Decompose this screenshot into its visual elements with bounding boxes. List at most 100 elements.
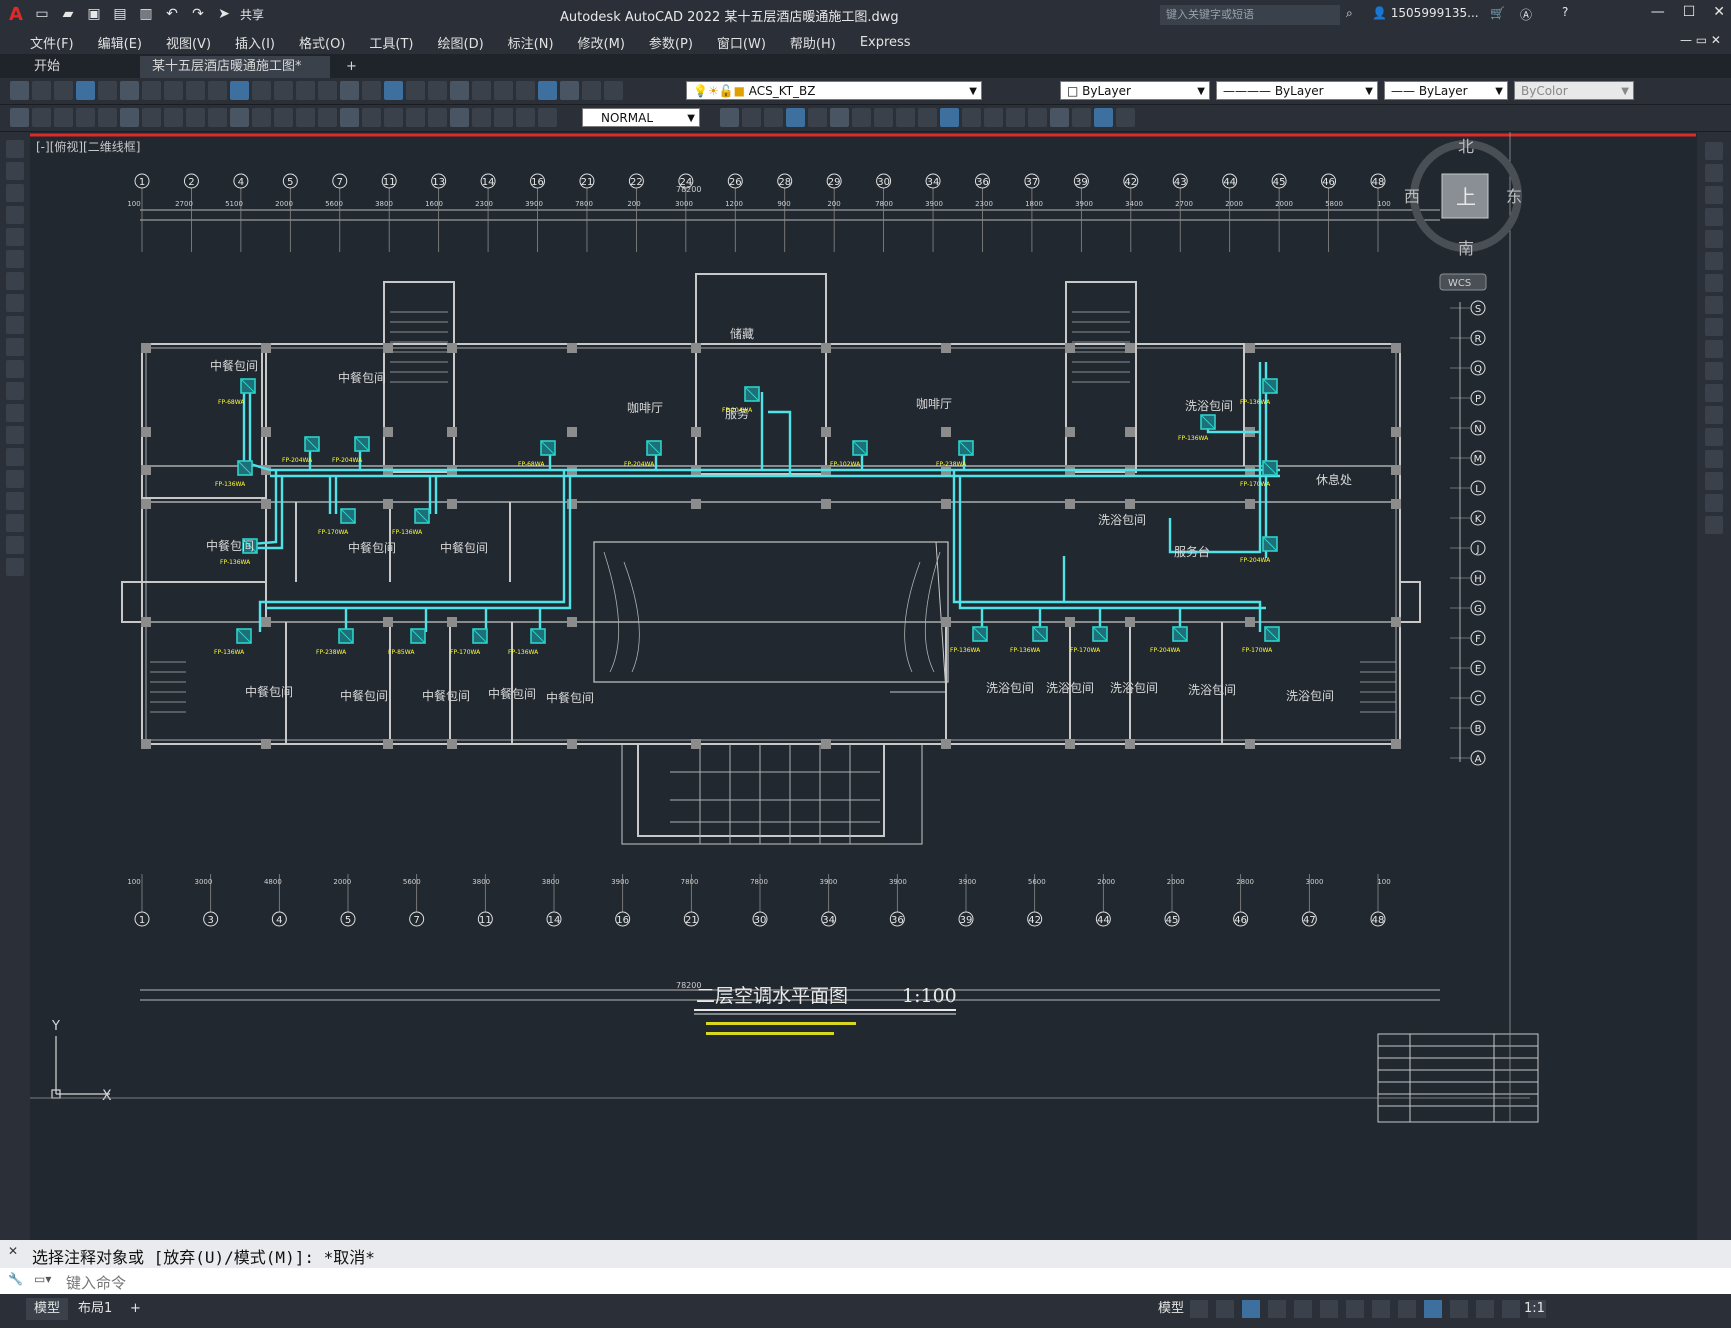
status-toggle-icon[interactable] xyxy=(1424,1300,1442,1318)
toolbar-tool-icon[interactable] xyxy=(208,108,227,127)
close-command-icon[interactable]: ✕ xyxy=(8,1244,18,1258)
toolbar-tool-icon[interactable] xyxy=(428,108,447,127)
toolbar-tool-icon[interactable] xyxy=(720,108,739,127)
menu-edit[interactable]: 编辑(E) xyxy=(86,33,154,52)
modify-tool-icon[interactable] xyxy=(1705,428,1723,446)
new-tab-button[interactable]: + xyxy=(334,56,369,78)
wrench-icon[interactable]: 🔧 xyxy=(8,1272,23,1286)
modify-tool-icon[interactable] xyxy=(1705,208,1723,226)
draw-tool-icon[interactable] xyxy=(6,250,24,268)
lineweight-dropdown[interactable]: —— ByLayer ▼ xyxy=(1384,81,1508,100)
drawing-canvas[interactable]: 1 2 4 5 7 11 13 14 16 21 22 24 26 28 29 30 34 36 37 39 42 43 4… xyxy=(30,132,1696,1234)
toolbar-tool-icon[interactable] xyxy=(164,108,183,127)
status-toggle-icon[interactable] xyxy=(1294,1300,1312,1318)
menu-tools[interactable]: 工具(T) xyxy=(357,33,425,52)
toolbar-tool-icon[interactable] xyxy=(32,81,51,100)
linetype-dropdown[interactable]: ———— ByLayer ▼ xyxy=(1216,81,1378,100)
toolbar-tool-icon[interactable] xyxy=(940,108,959,127)
toolbar-tool-icon[interactable] xyxy=(560,81,579,100)
viewport-controls-label[interactable]: [-][俯视][二维线框] xyxy=(36,138,140,155)
toolbar-tool-icon[interactable] xyxy=(384,108,403,127)
menu-file[interactable]: 文件(F) xyxy=(18,33,86,52)
toolbar-tool-icon[interactable] xyxy=(1028,108,1047,127)
model-space-button[interactable]: 模型 xyxy=(1150,1298,1192,1320)
maximize-icon[interactable]: ☐ xyxy=(1683,4,1696,20)
modify-tool-icon[interactable] xyxy=(1705,318,1723,336)
new-file-icon[interactable]: ▭ xyxy=(32,4,52,24)
save-as-icon[interactable]: ▤ xyxy=(110,4,130,24)
toolbar-tool-icon[interactable] xyxy=(10,108,29,127)
draw-tool-icon[interactable] xyxy=(6,382,24,400)
draw-tool-icon[interactable] xyxy=(6,294,24,312)
toolbar-tool-icon[interactable] xyxy=(54,81,73,100)
toolbar-tool-icon[interactable] xyxy=(1116,108,1135,127)
status-toggle-icon[interactable] xyxy=(1320,1300,1338,1318)
menu-format[interactable]: 格式(O) xyxy=(287,33,357,52)
share-icon[interactable]: ➤ xyxy=(214,4,234,24)
toolbar-tool-icon[interactable] xyxy=(318,81,337,100)
viewcube-top[interactable]: 上 xyxy=(1456,185,1476,209)
status-toggle-icon[interactable] xyxy=(1268,1300,1286,1318)
toolbar-tool-icon[interactable] xyxy=(852,108,871,127)
open-file-icon[interactable]: ▰ xyxy=(58,4,78,24)
toolbar-tool-icon[interactable] xyxy=(1006,108,1025,127)
modify-tool-icon[interactable] xyxy=(1705,472,1723,490)
draw-tool-icon[interactable] xyxy=(6,448,24,466)
toolbar-tool-icon[interactable] xyxy=(10,81,29,100)
draw-tool-icon[interactable] xyxy=(6,404,24,422)
toolbar-tool-icon[interactable] xyxy=(472,108,491,127)
tab-document[interactable]: 某十五层酒店暖通施工图* × xyxy=(140,56,330,96)
toolbar-tool-icon[interactable] xyxy=(76,108,95,127)
toolbar-tool-icon[interactable] xyxy=(274,81,293,100)
modify-tool-icon[interactable] xyxy=(1705,450,1723,468)
viewcube-south[interactable]: 南 xyxy=(1458,239,1474,258)
toolbar-tool-icon[interactable] xyxy=(296,108,315,127)
save-icon[interactable]: ▣ xyxy=(84,4,104,24)
modify-tool-icon[interactable] xyxy=(1705,340,1723,358)
toolbar-tool-icon[interactable] xyxy=(406,81,425,100)
doc-window-controls[interactable]: — ▭ ✕ xyxy=(1680,33,1721,47)
toolbar-tool-icon[interactable] xyxy=(230,81,249,100)
modify-tool-icon[interactable] xyxy=(1705,296,1723,314)
command-prompt-icon[interactable]: ▭▾ xyxy=(34,1272,51,1286)
menu-express[interactable]: Express xyxy=(848,35,923,50)
draw-tool-icon[interactable] xyxy=(6,426,24,444)
toolbar-tool-icon[interactable] xyxy=(428,81,447,100)
menu-help[interactable]: 帮助(H) xyxy=(778,33,848,52)
tab-model[interactable]: 模型 xyxy=(26,1298,69,1320)
status-toggle-icon[interactable] xyxy=(1346,1300,1364,1318)
app-menu-button[interactable]: A xyxy=(6,4,26,25)
tab-layout1[interactable]: 布局1 xyxy=(70,1298,120,1320)
draw-tool-icon[interactable] xyxy=(6,206,24,224)
toolbar-tool-icon[interactable] xyxy=(742,108,761,127)
modify-tool-icon[interactable] xyxy=(1705,362,1723,380)
menu-modify[interactable]: 修改(M) xyxy=(566,33,637,52)
toolbar-tool-icon[interactable] xyxy=(318,108,337,127)
toolbar-tool-icon[interactable] xyxy=(164,81,183,100)
modify-tool-icon[interactable] xyxy=(1705,516,1723,534)
modify-tool-icon[interactable] xyxy=(1705,142,1723,160)
toolbar-tool-icon[interactable] xyxy=(120,81,139,100)
draw-tool-icon[interactable] xyxy=(6,338,24,356)
viewcube[interactable]: 上 北 南 东 西 WCS xyxy=(1404,137,1522,291)
draw-tool-icon[interactable] xyxy=(6,184,24,202)
draw-tool-icon[interactable] xyxy=(6,536,24,554)
toolbar-tool-icon[interactable] xyxy=(76,81,95,100)
toolbar-tool-icon[interactable] xyxy=(54,108,73,127)
toolbar-tool-icon[interactable] xyxy=(362,108,381,127)
toolbar-tool-icon[interactable] xyxy=(142,108,161,127)
viewcube-west[interactable]: 西 xyxy=(1404,187,1420,206)
search-icon[interactable]: ⌕ xyxy=(1346,6,1353,21)
toolbar-tool-icon[interactable] xyxy=(516,81,535,100)
menu-parametric[interactable]: 参数(P) xyxy=(637,33,705,52)
draw-tool-icon[interactable] xyxy=(6,492,24,510)
status-toggle-icon[interactable] xyxy=(1450,1300,1468,1318)
draw-tool-icon[interactable] xyxy=(6,228,24,246)
toolbar-tool-icon[interactable] xyxy=(538,81,557,100)
status-toggle-icon[interactable] xyxy=(1242,1300,1260,1318)
toolbar-tool-icon[interactable] xyxy=(786,108,805,127)
command-input[interactable]: 键入命令 xyxy=(66,1272,126,1293)
toolbar-tool-icon[interactable] xyxy=(362,81,381,100)
add-layout-button[interactable]: + xyxy=(122,1298,149,1320)
toolbar-tool-icon[interactable] xyxy=(830,108,849,127)
